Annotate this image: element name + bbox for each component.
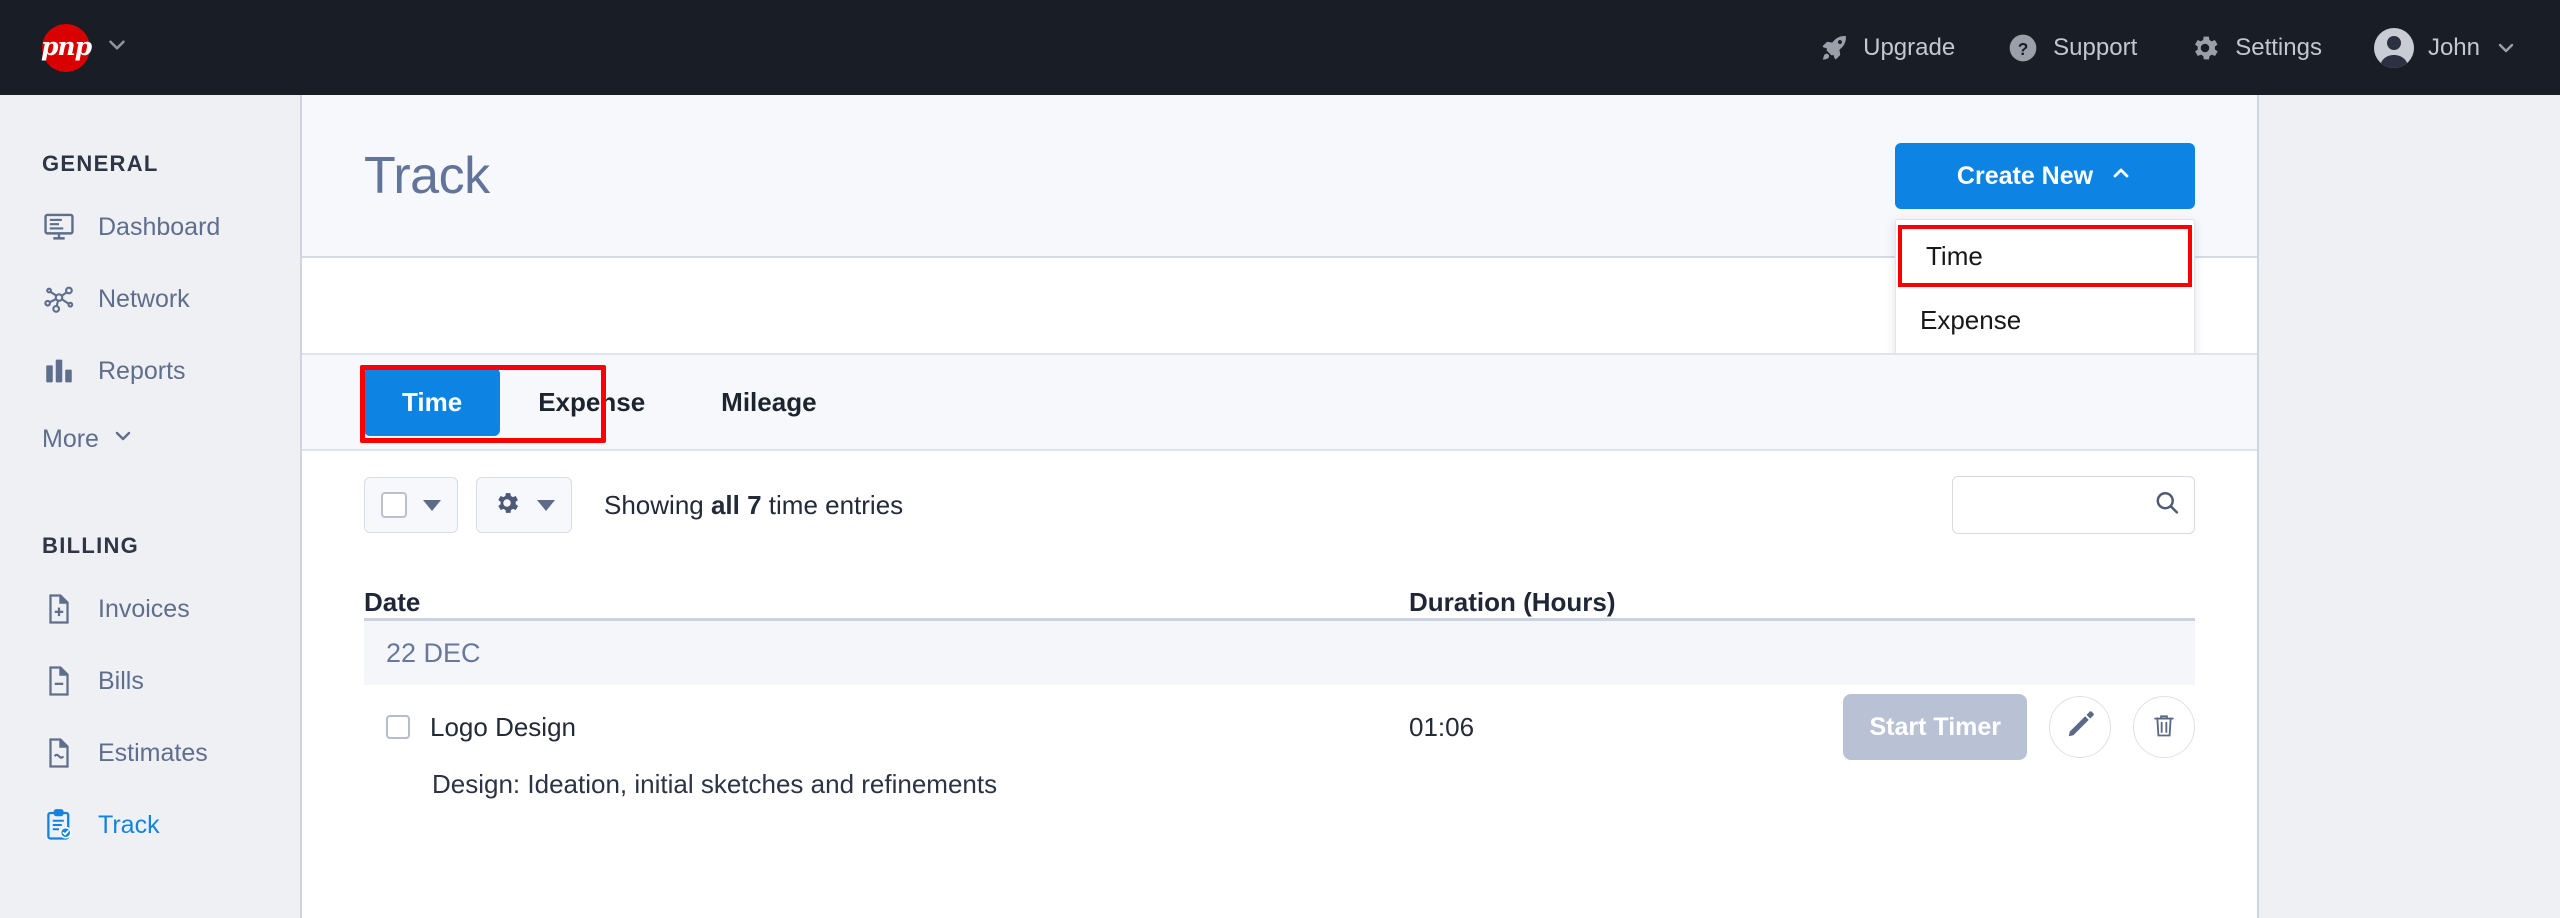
sidebar-item-track[interactable]: Track: [0, 789, 300, 861]
sidebar-more-label: More: [42, 425, 99, 454]
entry-description: Design: Ideation, initial sketches and r…: [364, 769, 2195, 800]
sidebar-item-label: Invoices: [98, 595, 190, 624]
sidebar: GENERAL Dashboard Network Reports More B…: [0, 95, 300, 918]
gear-icon: [2189, 32, 2221, 64]
sidebar-item-invoices[interactable]: Invoices: [0, 573, 300, 645]
date-group-header: 22 DEC: [364, 621, 2195, 685]
create-new-label: Create New: [1957, 162, 2093, 191]
sidebar-item-label: Bills: [98, 667, 144, 696]
document-plus-icon: [42, 592, 76, 626]
main-content: Track Create New Time Expense Mileage Ti…: [300, 95, 2259, 918]
sidebar-item-label: Reports: [98, 357, 186, 386]
sidebar-item-label: Dashboard: [98, 213, 220, 242]
question-circle-icon: ?: [2007, 32, 2039, 64]
pencil-icon: [2065, 710, 2095, 745]
sidebar-section-general: GENERAL: [42, 151, 300, 177]
trash-icon: [2150, 711, 2178, 744]
page-header: Track Create New Time Expense Mileage: [302, 95, 2257, 258]
column-header-duration: Duration (Hours): [1409, 587, 2195, 618]
dropdown-item-expense[interactable]: Expense: [1896, 287, 2194, 353]
column-header-date: Date: [364, 587, 1409, 618]
sidebar-item-label: Network: [98, 285, 190, 314]
caret-down-icon: [423, 500, 441, 511]
user-name-label: John: [2428, 34, 2480, 62]
sidebar-section-billing: BILLING: [42, 533, 300, 559]
nav-item-label: Upgrade: [1863, 34, 1955, 62]
nav-item-upgrade[interactable]: Upgrade: [1819, 33, 1955, 63]
dropdown-item-time[interactable]: Time: [1898, 225, 2192, 287]
user-menu[interactable]: John: [2374, 28, 2518, 68]
entry-type-tabs: Time Expense Mileage: [302, 353, 2257, 451]
select-all-dropdown[interactable]: [364, 477, 458, 533]
search-input[interactable]: [1952, 476, 2195, 534]
create-new-button[interactable]: Create New: [1895, 143, 2195, 209]
top-nav-actions: Upgrade ? Support Settings John: [1819, 28, 2518, 68]
sidebar-item-label: Estimates: [98, 739, 208, 768]
nav-item-label: Settings: [2235, 34, 2322, 62]
checkbox-icon[interactable]: [381, 492, 407, 518]
avatar-icon: [2374, 28, 2414, 68]
entry-actions: Start Timer: [1843, 694, 2195, 760]
showing-suffix: time entries: [762, 490, 904, 520]
entry-duration: 01:06: [1409, 712, 1809, 743]
bulk-actions-dropdown[interactable]: [476, 477, 572, 533]
top-navigation-bar: pnp Upgrade ? Support Settings: [0, 0, 2560, 95]
sidebar-item-dashboard[interactable]: Dashboard: [0, 191, 300, 263]
page-title: Track: [364, 146, 490, 206]
entry-name-cell: Logo Design: [386, 712, 1409, 743]
network-icon: [42, 282, 76, 316]
tab-mileage[interactable]: Mileage: [683, 368, 854, 436]
list-toolbar: Showing all 7 time entries: [302, 451, 2257, 559]
row-checkbox[interactable]: [386, 715, 410, 739]
svg-text:?: ?: [2018, 38, 2029, 58]
table-header-row: Date Duration (Hours): [364, 559, 2195, 621]
nav-item-label: Support: [2053, 34, 2137, 62]
chevron-down-icon[interactable]: [104, 32, 130, 63]
sidebar-more-toggle[interactable]: More: [0, 407, 300, 471]
clipboard-check-icon: [42, 808, 76, 842]
chevron-down-icon[interactable]: [2494, 36, 2518, 60]
nav-item-settings[interactable]: Settings: [2189, 32, 2322, 64]
time-entries-table: Date Duration (Hours) 22 DEC Logo Design…: [302, 559, 2257, 800]
document-tilde-icon: [42, 736, 76, 770]
rocket-icon: [1819, 33, 1849, 63]
sidebar-item-label: Track: [98, 811, 160, 840]
showing-count-text: Showing all 7 time entries: [604, 490, 903, 521]
create-new-menu: Create New Time Expense Mileage: [1895, 143, 2195, 209]
app-logo[interactable]: pnp: [42, 24, 90, 72]
caret-down-icon: [537, 500, 555, 511]
showing-prefix: Showing: [604, 490, 711, 520]
sidebar-item-network[interactable]: Network: [0, 263, 300, 335]
edit-entry-button[interactable]: [2049, 696, 2111, 758]
chevron-up-icon: [2109, 161, 2133, 192]
gear-icon: [493, 489, 521, 522]
document-minus-icon: [42, 664, 76, 698]
sidebar-item-estimates[interactable]: Estimates: [0, 717, 300, 789]
sidebar-item-bills[interactable]: Bills: [0, 645, 300, 717]
entry-title: Logo Design: [430, 712, 576, 743]
nav-item-support[interactable]: ? Support: [2007, 32, 2137, 64]
table-row[interactable]: Logo Design 01:06 Start Timer: [364, 685, 2195, 769]
delete-entry-button[interactable]: [2133, 696, 2195, 758]
monitor-icon: [42, 210, 76, 244]
bar-chart-icon: [42, 354, 76, 388]
showing-count: all 7: [711, 490, 762, 520]
search-container: [1952, 476, 2195, 534]
sidebar-item-reports[interactable]: Reports: [0, 335, 300, 407]
tab-expense[interactable]: Expense: [500, 368, 683, 436]
tab-time[interactable]: Time: [364, 368, 500, 436]
start-timer-button[interactable]: Start Timer: [1843, 694, 2027, 760]
brand-logo-menu[interactable]: pnp: [42, 24, 130, 72]
chevron-down-icon: [111, 424, 135, 455]
